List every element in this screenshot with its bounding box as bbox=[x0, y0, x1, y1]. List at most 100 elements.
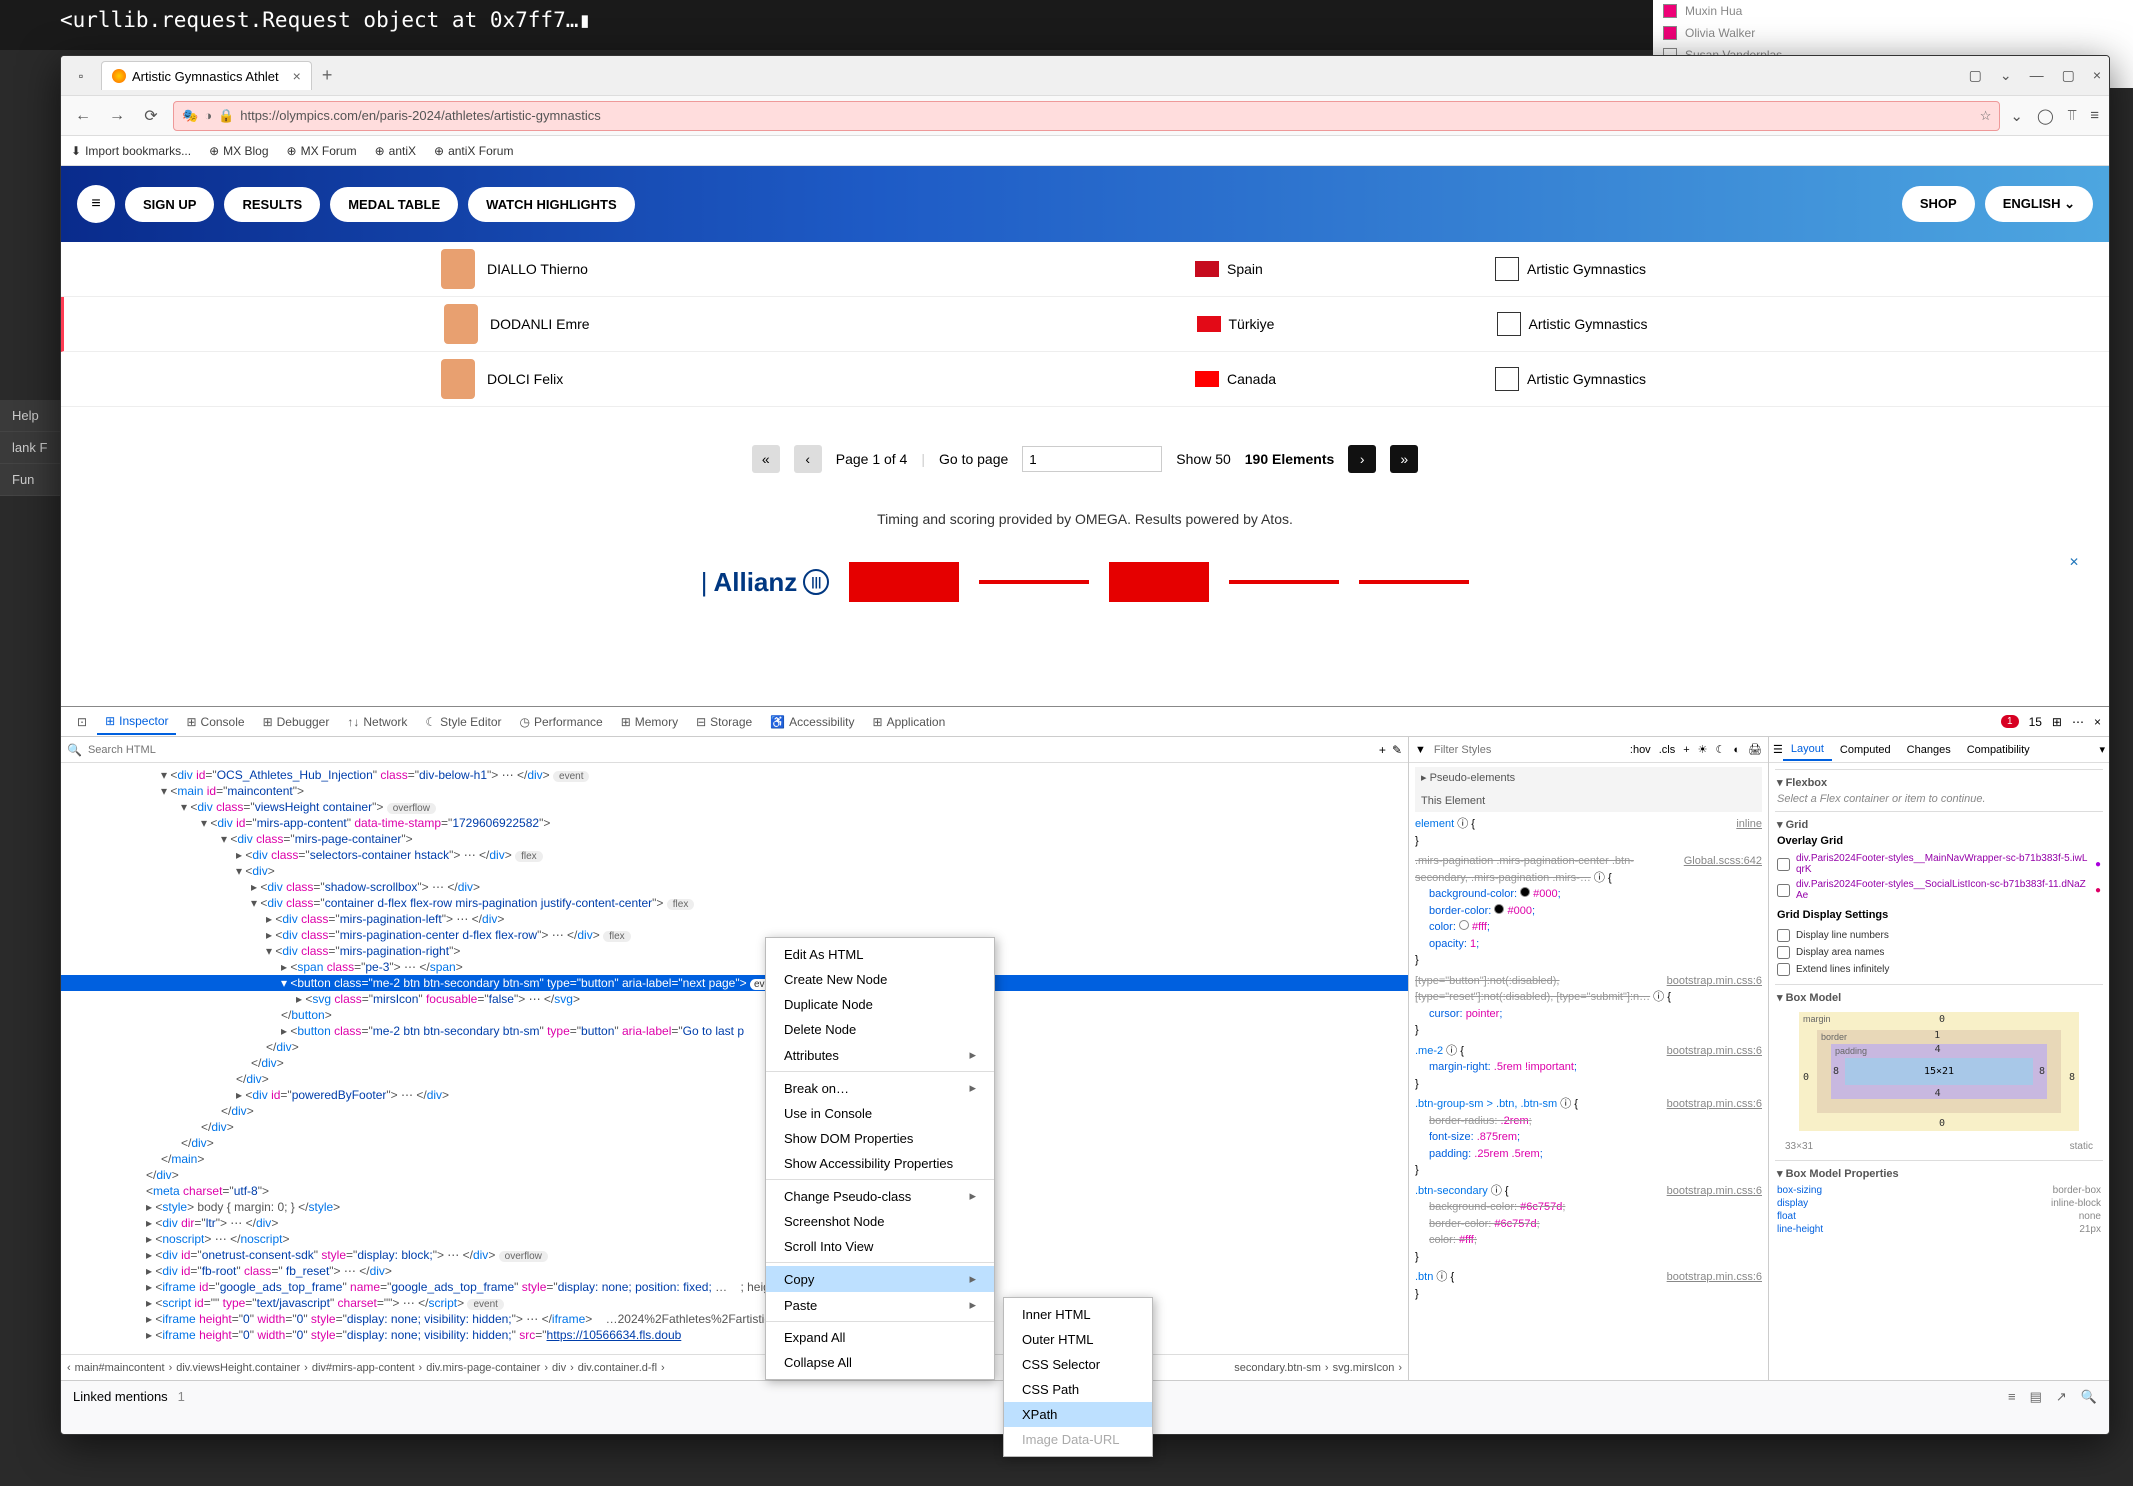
iframe-icon[interactable]: ⊞ bbox=[2052, 715, 2062, 729]
new-tab-button[interactable]: + bbox=[322, 65, 333, 86]
back-button[interactable]: ← bbox=[71, 104, 95, 128]
breadcrumb-trail[interactable]: ‹ main#maincontent› div.viewsHeight.cont… bbox=[61, 1354, 1408, 1380]
html-search-input[interactable] bbox=[88, 744, 1373, 756]
bookmark-antix[interactable]: ⊕ antiX bbox=[375, 144, 416, 158]
forward-button[interactable]: → bbox=[105, 104, 129, 128]
list-tabs-icon[interactable]: ▢ bbox=[1969, 67, 1982, 84]
this-element-section[interactable]: This Element bbox=[1415, 790, 1762, 813]
language-button[interactable]: ENGLISH ⌄ bbox=[1985, 186, 2093, 222]
grid-overlay-check-1[interactable] bbox=[1777, 858, 1790, 871]
bookmark-mxblog[interactable]: ⊕ MX Blog bbox=[209, 144, 268, 158]
medal-table-button[interactable]: MEDAL TABLE bbox=[330, 187, 458, 222]
tab-close-icon[interactable]: × bbox=[293, 68, 301, 84]
ctx-expand-all[interactable]: Expand All bbox=[766, 1325, 994, 1350]
tab-application[interactable]: ⊞ Application bbox=[865, 710, 954, 734]
maximize-icon[interactable]: ▢ bbox=[2062, 67, 2075, 84]
filter-styles-input[interactable] bbox=[1434, 744, 1622, 756]
dark-mode-icon[interactable]: ☾ bbox=[1716, 743, 1726, 756]
layout-tab-changes[interactable]: Changes bbox=[1899, 740, 1959, 760]
tab-accessibility[interactable]: ♿ Accessibility bbox=[762, 710, 862, 734]
url-input[interactable]: 🎭 ◑ 🔒 https://olympics.com/en/paris-2024… bbox=[173, 101, 2000, 131]
next-page-button[interactable]: › bbox=[1348, 445, 1376, 473]
shop-button[interactable]: SHOP bbox=[1902, 186, 1975, 222]
first-page-button[interactable]: « bbox=[752, 445, 780, 473]
display-line-numbers-check[interactable] bbox=[1777, 929, 1790, 942]
ctx-sub-inner-html[interactable]: Inner HTML bbox=[1004, 1302, 1152, 1327]
inspector-picker-icon[interactable]: ⊡ bbox=[69, 710, 95, 734]
bookmark-import[interactable]: ⬇ Import bookmarks... bbox=[71, 144, 191, 158]
page-number-input[interactable] bbox=[1022, 446, 1162, 472]
close-window-icon[interactable]: × bbox=[2093, 67, 2101, 84]
results-button[interactable]: RESULTS bbox=[224, 187, 320, 222]
grid-overlay-check-2[interactable] bbox=[1777, 884, 1790, 897]
pocket-icon[interactable]: ⌄ bbox=[2010, 107, 2023, 125]
extensions-icon[interactable]: ⫪ bbox=[2068, 107, 2076, 125]
ctx-duplicate-node[interactable]: Duplicate Node bbox=[766, 992, 994, 1017]
warning-count[interactable]: 15 bbox=[2029, 715, 2042, 729]
tab-storage[interactable]: ⊟ Storage bbox=[688, 710, 760, 734]
layout-dropdown-icon[interactable]: ▾ bbox=[2099, 743, 2105, 756]
devtools-more-icon[interactable]: ⋯ bbox=[2072, 715, 2084, 729]
bookmark-antixforum[interactable]: ⊕ antiX Forum bbox=[434, 144, 513, 158]
dom-tree[interactable]: ▾ <div id="OCS_Athletes_Hub_Injection" c… bbox=[61, 763, 1408, 1354]
print-sim-icon[interactable]: 🖨 bbox=[1748, 743, 1762, 756]
tab-console[interactable]: ⊞ Console bbox=[178, 710, 252, 734]
page-menu-icon[interactable]: ≡ bbox=[77, 185, 115, 223]
tab-memory[interactable]: ⊞ Memory bbox=[613, 710, 686, 734]
mentions-icon-1[interactable]: ≡ bbox=[2008, 1389, 2016, 1405]
ctx-collapse-all[interactable]: Collapse All bbox=[766, 1350, 994, 1375]
ctx-sub-outer-html[interactable]: Outer HTML bbox=[1004, 1327, 1152, 1352]
bookmark-star-icon[interactable]: ☆ bbox=[1980, 108, 1992, 124]
minimize-icon[interactable]: — bbox=[2030, 67, 2044, 84]
athlete-row[interactable]: DODANLI Emre Türkiye Artistic Gymnastics bbox=[61, 297, 2109, 352]
tab-debugger[interactable]: ⊞ Debugger bbox=[255, 710, 338, 734]
ctx-sub-xpath[interactable]: XPath bbox=[1004, 1402, 1152, 1427]
signup-button[interactable]: SIGN UP bbox=[125, 187, 214, 222]
menu-icon[interactable]: ≡ bbox=[2090, 107, 2099, 125]
chevron-down-icon[interactable]: ⌄ bbox=[2000, 67, 2012, 84]
ctx-show-dom[interactable]: Show DOM Properties bbox=[766, 1126, 994, 1151]
ctx-delete-node[interactable]: Delete Node bbox=[766, 1017, 994, 1042]
tab-network[interactable]: ↑↓ Network bbox=[339, 710, 415, 734]
error-badge[interactable]: 1 bbox=[2001, 715, 2019, 728]
eyedropper-icon[interactable]: ✎ bbox=[1392, 743, 1402, 757]
account-icon[interactable]: ◯ bbox=[2037, 107, 2054, 125]
last-page-button[interactable]: » bbox=[1390, 445, 1418, 473]
ctx-sub-css-selector[interactable]: CSS Selector bbox=[1004, 1352, 1152, 1377]
add-node-icon[interactable]: + bbox=[1379, 743, 1386, 757]
layout-tab-computed[interactable]: Computed bbox=[1832, 740, 1899, 760]
extend-lines-check[interactable] bbox=[1777, 963, 1790, 976]
mentions-search-icon[interactable]: 🔍 bbox=[2081, 1389, 2097, 1405]
tab-performance[interactable]: ◷ Performance bbox=[512, 710, 611, 734]
display-area-names-check[interactable] bbox=[1777, 946, 1790, 959]
layout-tab-compat[interactable]: Compatibility bbox=[1959, 740, 2038, 760]
tab-style-editor[interactable]: ☾ Style Editor bbox=[417, 710, 509, 734]
ctx-pseudo-class[interactable]: Change Pseudo-class bbox=[766, 1183, 994, 1209]
athlete-row[interactable]: DIALLO Thierno Spain Artistic Gymnastics bbox=[61, 242, 2109, 297]
browser-tab[interactable]: Artistic Gymnastics Athlet × bbox=[101, 61, 312, 90]
hov-toggle[interactable]: :hov bbox=[1630, 744, 1651, 756]
prev-page-button[interactable]: ‹ bbox=[794, 445, 822, 473]
ctx-paste[interactable]: Paste bbox=[766, 1292, 994, 1318]
cls-toggle[interactable]: .cls bbox=[1659, 744, 1676, 756]
mentions-icon-2[interactable]: ▤ bbox=[2030, 1389, 2042, 1405]
pseudo-elements-section[interactable]: ▸ Pseudo-elements bbox=[1415, 767, 1762, 790]
light-mode-icon[interactable]: ☀ bbox=[1698, 743, 1708, 756]
layout-tab-layout[interactable]: Layout bbox=[1783, 739, 1832, 761]
ctx-screenshot[interactable]: Screenshot Node bbox=[766, 1209, 994, 1234]
bookmark-mxforum[interactable]: ⊕ MX Forum bbox=[287, 144, 357, 158]
ctx-use-console[interactable]: Use in Console bbox=[766, 1101, 994, 1126]
tab-inspector[interactable]: ⊞ Inspector bbox=[97, 709, 176, 735]
firefox-view-icon[interactable]: ▫ bbox=[69, 64, 93, 88]
layout-menu-icon[interactable]: ☰ bbox=[1773, 743, 1783, 756]
ctx-edit-html[interactable]: Edit As HTML bbox=[766, 942, 994, 967]
athlete-row[interactable]: DOLCI Felix Canada Artistic Gymnastics bbox=[61, 352, 2109, 407]
ctx-sub-css-path[interactable]: CSS Path bbox=[1004, 1377, 1152, 1402]
ctx-attributes[interactable]: Attributes bbox=[766, 1042, 994, 1068]
devtools-close-icon[interactable]: × bbox=[2094, 715, 2101, 729]
ctx-break-on[interactable]: Break on… bbox=[766, 1075, 994, 1101]
contrast-icon[interactable]: ◐ bbox=[1733, 744, 1740, 756]
ctx-scroll-into-view[interactable]: Scroll Into View bbox=[766, 1234, 994, 1259]
watch-highlights-button[interactable]: WATCH HIGHLIGHTS bbox=[468, 187, 634, 222]
ctx-create-node[interactable]: Create New Node bbox=[766, 967, 994, 992]
